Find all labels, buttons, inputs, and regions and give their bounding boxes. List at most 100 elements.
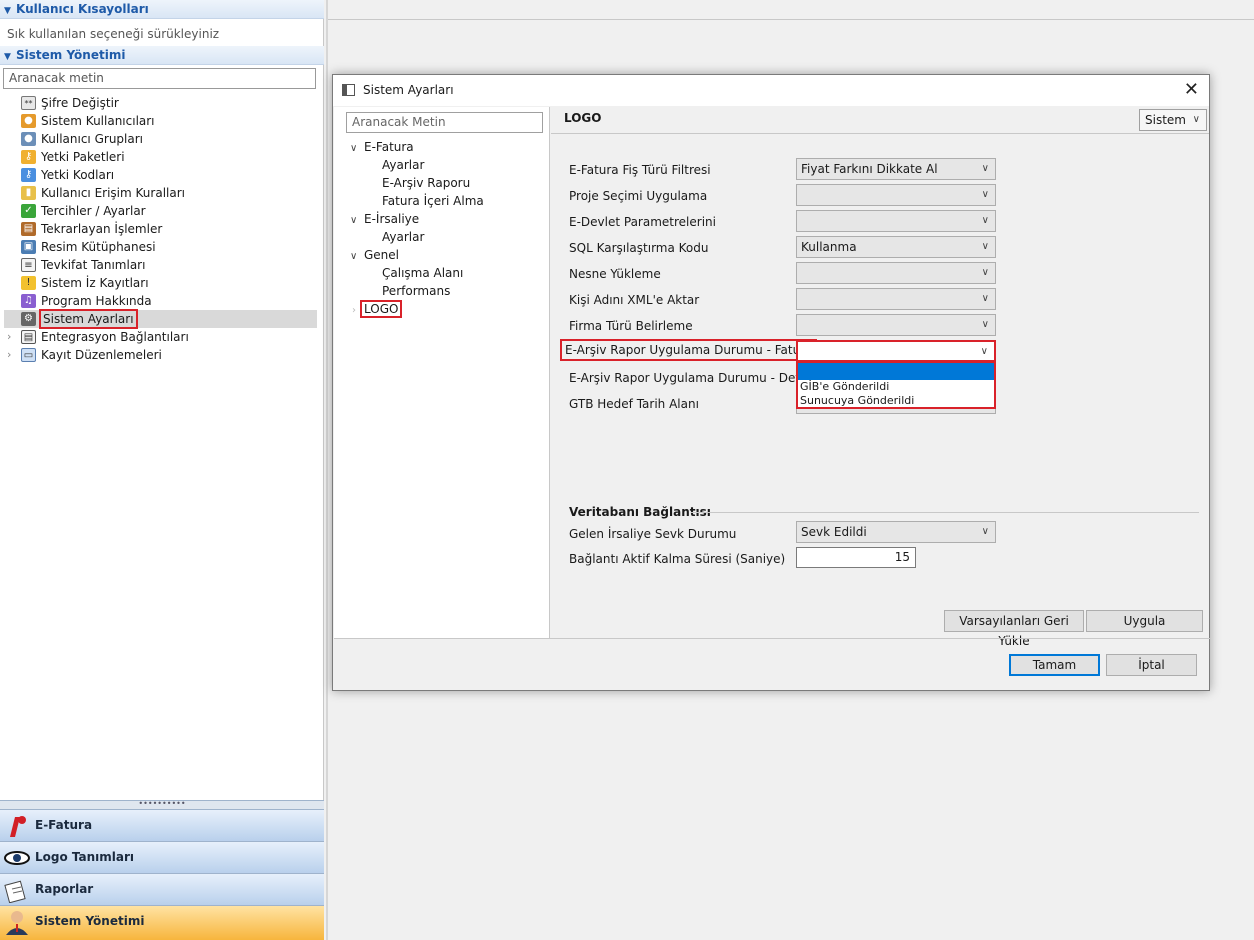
preferences-icon: ✓ — [21, 204, 36, 218]
nav-item-label: Resim Kütüphanesi — [41, 240, 156, 254]
shortcuts-header[interactable]: ▼ Kullanıcı Kısayolları — [0, 0, 324, 19]
setting-label: Proje Seçimi Uygulama — [569, 189, 708, 203]
module-sistem-yonetimi-button[interactable]: Sistem Yönetimi — [0, 905, 324, 940]
record-edit-icon: ▭ — [21, 348, 36, 362]
section-divider — [691, 512, 1199, 513]
chevron-down-icon: ∨ — [981, 189, 989, 200]
password-icon: ** — [21, 96, 36, 110]
nav-item-sistem-ayarlari[interactable]: ⚙ Sistem Ayarları — [4, 309, 317, 329]
key-icon: ⚷ — [21, 168, 36, 182]
dialog-titlebar[interactable]: Sistem Ayarları ✕ — [333, 75, 1209, 106]
apply-button[interactable]: Uygula — [1086, 610, 1203, 632]
chevron-down-icon[interactable]: ∨ — [350, 140, 364, 158]
nav-item-sifre-degistir[interactable]: ** Şifre Değiştir — [0, 94, 318, 112]
withholding-icon: ≡ — [21, 258, 36, 272]
nav-item-label: Sistem İz Kayıtları — [41, 276, 149, 290]
module-efatura-button[interactable]: E-Fatura — [0, 809, 324, 841]
restore-defaults-button[interactable]: Varsayılanları Geri Yükle — [944, 610, 1084, 648]
setting-label: Firma Türü Belirleme — [569, 319, 693, 333]
ok-button[interactable]: Tamam — [1009, 654, 1100, 676]
setting-label-highlighted: E-Arşiv Rapor Uygulama Durumu - Fatura — [560, 339, 818, 361]
tree-node-eirsaliye[interactable]: ∨ E-İrsaliye — [350, 210, 419, 228]
integration-icon: ▤ — [21, 330, 36, 344]
nav-item-kayit-duzenlemeleri[interactable]: › ▭ Kayıt Düzenlemeleri — [0, 346, 318, 364]
shortcuts-hint: Sık kullanılan seçeneği sürükleyiniz — [7, 27, 220, 41]
chevron-down-icon: ∨ — [981, 319, 989, 330]
nav-item-label: Kullanıcı Erişim Kuralları — [41, 186, 185, 200]
nav-item-label: Şifre Değiştir — [41, 96, 119, 110]
scope-select[interactable]: Sistem ∨ — [1139, 109, 1207, 131]
nav-search-input[interactable]: Aranacak metin — [3, 68, 316, 89]
tree-node-label: Genel — [364, 248, 400, 262]
nav-item-tekrarlayan-islemler[interactable]: ▤ Tekrarlayan İşlemler — [0, 220, 318, 238]
tree-node-calisma-alani[interactable]: Çalışma Alanı — [382, 264, 463, 282]
setting-combo[interactable]: Kullanma ∨ — [796, 236, 996, 258]
nav-item-sistem-kullanicilari[interactable]: ● Sistem Kullanıcıları — [0, 112, 318, 130]
gear-icon: ⚙ — [21, 312, 36, 326]
module-raporlar-button[interactable]: Raporlar — [0, 873, 324, 905]
detail-header: LOGO Sistem ∨ — [551, 107, 1209, 134]
chevron-right-icon[interactable]: › — [7, 346, 11, 364]
chevron-right-icon: › — [352, 305, 356, 316]
dropdown-list[interactable]: GİB'e Gönderildi Sunucuya Gönderildi — [796, 361, 996, 409]
nav-item-resim-kutuphanesi[interactable]: ▣ Resim Kütüphanesi — [0, 238, 318, 256]
db-section-title: Veritabanı Bağlantısı — [569, 505, 711, 519]
user-groups-icon: ● — [21, 132, 36, 146]
access-rules-icon: ▮ — [21, 186, 36, 200]
nav-item-tevkifat[interactable]: ≡ Tevkifat Tanımları — [0, 256, 318, 274]
setting-combo[interactable]: ∨ — [796, 262, 996, 284]
splitter-grip[interactable]: •••••••••• — [0, 800, 324, 809]
tree-node-logo[interactable]: › LOGO — [352, 300, 403, 318]
setting-combo[interactable]: Fiyat Farkını Dikkate Al ∨ — [796, 158, 996, 180]
nav-item-label: Tekrarlayan İşlemler — [41, 222, 163, 236]
tree-node-fatura-iceri-alma[interactable]: Fatura İçeri Alma — [382, 192, 484, 210]
tree-node-performans[interactable]: Performans — [382, 282, 450, 300]
setting-combo[interactable]: ∨ — [796, 184, 996, 206]
key-icon: ⚷ — [21, 150, 36, 164]
setting-combo-open[interactable]: ∨ — [796, 340, 996, 362]
nav-item-label: Yetki Kodları — [41, 168, 115, 182]
dropdown-option[interactable]: Sunucuya Gönderildi — [798, 394, 994, 408]
close-icon[interactable]: ✕ — [1184, 79, 1199, 100]
tree-node-efatura-ayarlar[interactable]: Ayarlar — [382, 156, 424, 174]
tree-node-genel[interactable]: ∨ Genel — [350, 246, 399, 264]
setting-label: GTB Hedef Tarih Alanı — [569, 397, 699, 411]
module-logo-tanimlari-button[interactable]: Logo Tanımları — [0, 841, 324, 873]
timeout-input[interactable]: 15 — [796, 547, 916, 568]
admin-header[interactable]: ▼ Sistem Yönetimi — [0, 46, 324, 65]
tree-node-efatura[interactable]: ∨ E-Fatura — [350, 138, 414, 156]
cancel-button[interactable]: İptal — [1106, 654, 1197, 676]
setting-label: Bağlantı Aktif Kalma Süresi (Saniye) — [569, 552, 786, 566]
dropdown-option[interactable]: GİB'e Gönderildi — [798, 380, 994, 394]
chevron-right-icon[interactable]: › — [7, 328, 11, 346]
dropdown-option-empty-selected[interactable] — [798, 363, 994, 380]
nav-item-entegrasyon[interactable]: › ▤ Entegrasyon Bağlantıları — [0, 328, 318, 346]
collapse-triangle-icon: ▼ — [4, 52, 11, 62]
nav-item-program-hakkinda[interactable]: ♫ Program Hakkında — [0, 292, 318, 310]
nav-item-yetki-paketleri[interactable]: ⚷ Yetki Paketleri — [0, 148, 318, 166]
setting-combo[interactable]: ∨ — [796, 210, 996, 232]
chevron-down-icon[interactable]: ∨ — [350, 212, 364, 230]
music-note-icon: ♫ — [21, 294, 36, 308]
tree-node-eirsaliye-ayarlar[interactable]: Ayarlar — [382, 228, 424, 246]
module-label: Logo Tanımları — [35, 850, 135, 864]
nav-item-yetki-kodlari[interactable]: ⚷ Yetki Kodları — [0, 166, 318, 184]
tree-search-input[interactable]: Aranacak Metin — [346, 112, 543, 133]
chevron-down-icon[interactable]: ∨ — [350, 248, 364, 266]
setting-combo[interactable]: ∨ — [796, 314, 996, 336]
nav-item-label: Tevkifat Tanımları — [41, 258, 146, 272]
module-label: E-Fatura — [35, 818, 93, 832]
nav-item-erisim-kurallari[interactable]: ▮ Kullanıcı Erişim Kuralları — [0, 184, 318, 202]
nav-item-iz-kayitlari[interactable]: ! Sistem İz Kayıtları — [0, 274, 318, 292]
shortcuts-header-label: Kullanıcı Kısayolları — [16, 2, 149, 16]
tree-node-earsiv-raporu[interactable]: E-Arşiv Raporu — [382, 174, 470, 192]
nav-item-label: Sistem Ayarları — [39, 309, 138, 329]
nav-item-tercihler[interactable]: ✓ Tercihler / Ayarlar — [0, 202, 318, 220]
nav-item-label: Entegrasyon Bağlantıları — [41, 330, 189, 344]
recurring-icon: ▤ — [21, 222, 36, 236]
nav-item-kullanici-gruplari[interactable]: ● Kullanıcı Grupları — [0, 130, 318, 148]
nav-item-label: Sistem Kullanıcıları — [41, 114, 155, 128]
audit-icon: ! — [21, 276, 36, 290]
setting-combo[interactable]: ∨ — [796, 288, 996, 310]
irsaliye-sevk-combo[interactable]: Sevk Edildi ∨ — [796, 521, 996, 543]
